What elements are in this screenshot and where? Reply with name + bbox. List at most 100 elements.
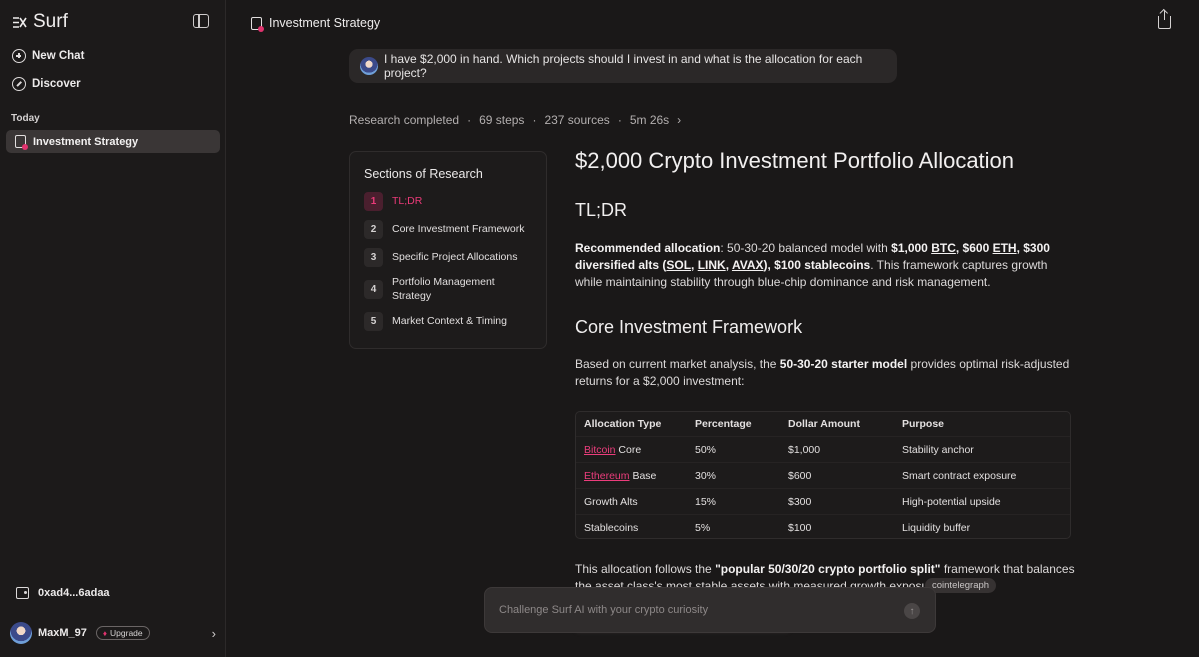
table-header: Percentage: [695, 418, 752, 430]
avax-link[interactable]: AVAX: [732, 258, 764, 272]
research-status[interactable]: Research completed · 69 steps · 237 sour…: [349, 113, 681, 127]
plus-circle-icon: [12, 49, 26, 63]
page-title: Investment Strategy: [251, 16, 381, 32]
user-profile[interactable]: MaxM_97 ♦ Upgrade ›: [10, 622, 216, 644]
new-chat-label: New Chat: [32, 50, 85, 62]
follow-text: This allocation follows the: [575, 562, 716, 576]
chat-item-investment-strategy[interactable]: Investment Strategy: [6, 130, 220, 153]
table-cell: Bitcoin Core: [576, 444, 695, 456]
core-text: Based on current market analysis, the: [575, 357, 780, 371]
table-header: Purpose: [902, 418, 945, 430]
send-arrow-icon[interactable]: ↑: [904, 603, 920, 619]
new-chat-button[interactable]: New Chat: [12, 49, 84, 63]
table-row: Growth Alts 15% $300 High-potential upsi…: [576, 489, 1070, 515]
table-cell: Stablecoins: [584, 522, 639, 534]
eth-link[interactable]: ETH: [993, 241, 1017, 255]
cell-text: Base: [629, 469, 657, 482]
tldr-paragraph: Recommended allocation: 50-30-20 balance…: [575, 240, 1075, 291]
status-sources: 237 sources: [544, 113, 610, 127]
avatar: [10, 622, 32, 644]
status-time: 5m 26s: [629, 113, 670, 127]
tldr-bold: $1,000: [891, 241, 932, 255]
section-item-tldr[interactable]: 1 TL;DR: [364, 192, 532, 211]
table-cell: 5%: [695, 522, 711, 534]
share-icon[interactable]: [1158, 10, 1171, 29]
question-text: I have $2,000 in hand. Which projects sh…: [384, 52, 863, 80]
table-header: Allocation Type: [584, 418, 662, 430]
table-cell: $600: [788, 469, 812, 482]
section-label: Portfolio Management Strategy: [392, 276, 495, 302]
surf-logo-icon: [13, 16, 27, 28]
section-number: 2: [364, 220, 383, 239]
core-heading: Core Investment Framework: [575, 317, 803, 337]
status-steps: 69 steps: [479, 113, 525, 127]
research-doc-icon: [15, 135, 28, 150]
upgrade-button[interactable]: ♦ Upgrade: [95, 626, 150, 640]
sections-of-research: Sections of Research 1 TL;DR 2 Core Inve…: [349, 151, 547, 349]
tldr-bold: ), $100 stablecoins: [763, 258, 871, 272]
discover-button[interactable]: Discover: [12, 77, 81, 91]
chat-input[interactable]: Challenge Surf AI with your crypto curio…: [484, 587, 936, 633]
section-number: 4: [364, 280, 383, 300]
compass-icon: [12, 77, 26, 91]
section-item-market-context[interactable]: 5 Market Context & Timing: [364, 312, 532, 332]
section-label: Specific Project Allocations: [392, 250, 518, 263]
section-number: 1: [364, 192, 383, 211]
top-bar: Investment Strategy: [227, 0, 1199, 46]
table-cell: High-potential upside: [902, 495, 1001, 508]
table-cell: Smart contract exposure: [902, 469, 1017, 482]
link-link[interactable]: LINK: [698, 258, 726, 272]
section-label: Core Investment Framework: [392, 222, 525, 235]
table-cell: 50%: [695, 443, 717, 456]
wallet-address[interactable]: 0xad4...6adaa: [16, 587, 110, 599]
tldr-bold: ,: [691, 258, 698, 272]
chevron-right-icon[interactable]: ›: [212, 626, 216, 641]
table-cell: $100: [788, 522, 812, 534]
section-item-core-framework[interactable]: 2 Core Investment Framework: [364, 220, 532, 239]
logo[interactable]: Surf: [12, 11, 68, 33]
tldr-bold: , $600: [955, 241, 993, 255]
username: MaxM_97: [38, 627, 87, 639]
page-title-text: Investment Strategy: [269, 16, 381, 30]
ethereum-link[interactable]: Ethereum: [584, 470, 630, 482]
tldr-text: : 50-30-20 balanced model with: [720, 241, 892, 255]
section-number: 5: [364, 312, 383, 332]
status-completed: Research completed: [349, 113, 460, 127]
avatar: [360, 57, 378, 75]
chevron-right-icon: ›: [677, 113, 682, 127]
upgrade-label: Upgrade: [110, 628, 143, 638]
core-bold: 50-30-20 starter model: [779, 357, 908, 371]
wallet-icon: [16, 587, 29, 599]
tldr-lead: Recommended allocation: [575, 241, 721, 255]
sidebar: Surf New Chat Discover Today Investment …: [0, 0, 226, 657]
table-cell: $300: [788, 495, 812, 508]
table-row: Ethereum Base 30% $600 Smart contract ex…: [576, 463, 1070, 489]
section-label: Market Context & Timing: [392, 314, 507, 327]
tldr-heading: TL;DR: [575, 200, 628, 220]
bitcoin-link[interactable]: Bitcoin: [584, 444, 616, 456]
section-label: TL;DR: [392, 194, 423, 207]
table-cell: Stability anchor: [902, 443, 974, 456]
wallet-label: 0xad4...6adaa: [38, 587, 110, 599]
table-header-row: Allocation Type Percentage Dollar Amount…: [576, 412, 1070, 437]
gem-icon: ♦: [102, 628, 108, 638]
source-chip[interactable]: cointelegraph: [925, 578, 997, 593]
cell-text: Core: [615, 443, 642, 456]
btc-link[interactable]: BTC: [931, 241, 956, 255]
sol-link[interactable]: SOL: [666, 258, 691, 272]
status-sep: ·: [617, 113, 622, 127]
report-title: $2,000 Crypto Investment Portfolio Alloc…: [575, 148, 1015, 173]
chat-item-label: Investment Strategy: [33, 135, 139, 148]
section-item-project-allocations[interactable]: 3 Specific Project Allocations: [364, 248, 532, 267]
section-number: 3: [364, 248, 383, 267]
discover-label: Discover: [32, 78, 81, 90]
today-section-label: Today: [11, 113, 40, 124]
follow-bold: "popular 50/30/20 crypto portfolio split…: [715, 562, 941, 576]
allocation-table: Allocation Type Percentage Dollar Amount…: [575, 411, 1071, 539]
collapse-sidebar-icon[interactable]: [193, 14, 209, 28]
table-cell: 30%: [695, 469, 717, 482]
sections-title: Sections of Research: [364, 167, 483, 181]
table-row: Bitcoin Core 50% $1,000 Stability anchor: [576, 437, 1070, 463]
section-item-portfolio-management[interactable]: 4 Portfolio Management Strategy: [364, 276, 532, 303]
table-cell: $1,000: [788, 443, 821, 456]
